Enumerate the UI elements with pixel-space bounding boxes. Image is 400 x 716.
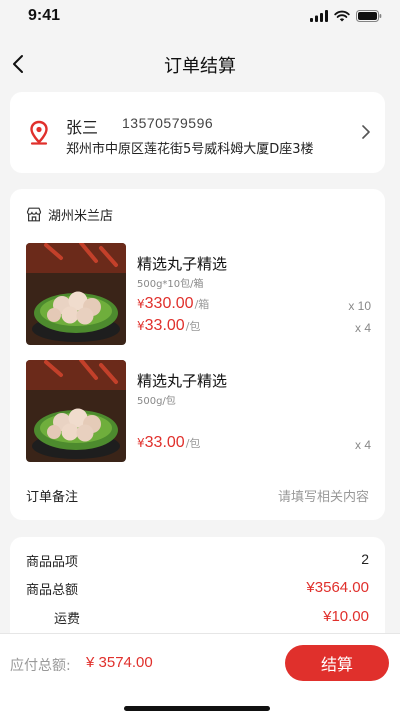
goods-total-label: 商品总额 [26, 583, 79, 598]
product-spec: 500g*10包/箱 [137, 279, 204, 290]
unit-price: 33.00 [144, 317, 185, 334]
recipient-phone: 13570579596 [122, 115, 214, 131]
product-name: 精选丸子精选 [137, 372, 228, 390]
checkout-button[interactable]: 结算 [285, 645, 389, 681]
currency-symbol: ¥ [137, 436, 145, 450]
product-item[interactable]: 精选丸子精选 500g/包 ¥ 33.00 /包 x 4 [26, 360, 371, 462]
payable-label: 应付总额: [10, 658, 71, 674]
status-icons [310, 10, 382, 22]
status-time: 9:41 [28, 7, 61, 24]
chevron-right-icon [362, 125, 370, 139]
quantity: x 4 [354, 321, 371, 335]
page-title: 订单结算 [164, 56, 236, 77]
home-indicator [124, 706, 270, 711]
currency-symbol: ¥ [137, 319, 145, 333]
summary-row-items: 商品品项 2 [26, 551, 369, 573]
price-unit: /箱 [194, 298, 210, 311]
product-image [26, 243, 126, 345]
wifi-icon [334, 10, 350, 22]
summary-row-shipping: 运费 ¥10.00 [26, 608, 369, 630]
items-label: 商品品项 [26, 555, 79, 570]
payable-total: ¥ 3574.00 [86, 654, 153, 671]
goods-total-value: ¥3564.00 [306, 579, 369, 596]
order-card: 湖州米兰店 精选丸子精选 500g*10包/箱 ¥ 330.00 /箱 x 10… [10, 189, 385, 520]
items-value: 2 [361, 551, 369, 567]
unit-price: 330.00 [144, 295, 194, 312]
location-pin-icon [30, 120, 48, 145]
quantity: x 4 [354, 438, 371, 452]
remark-label: 订单备注 [26, 490, 79, 505]
status-bar: 9:41 [0, 0, 400, 34]
price-unit: /包 [185, 320, 201, 333]
shipping-value: ¥10.00 [323, 608, 369, 625]
quantity: x 10 [348, 299, 371, 313]
signal-icon [310, 10, 328, 22]
recipient-name: 张三 [66, 118, 99, 137]
currency-symbol: ¥ [137, 297, 145, 311]
product-name: 精选丸子精选 [137, 255, 228, 273]
battery-icon [356, 10, 382, 22]
store-icon [26, 207, 42, 222]
product-spec: 500g/包 [137, 396, 176, 407]
shipping-label: 运费 [54, 612, 81, 627]
price-unit: /包 [185, 437, 201, 450]
product-image [26, 360, 126, 462]
price-line: ¥ 33.00 /包 [137, 317, 200, 335]
address-card[interactable]: 张三 13570579596 郑州市中原区莲花街5号威科姆大厦D座3楼 [10, 92, 385, 173]
summary-row-total: 商品总额 ¥3564.00 [26, 579, 369, 601]
checkout-bar: 应付总额: ¥ 3574.00 结算 [0, 633, 400, 716]
store-name: 湖州米兰店 [48, 209, 114, 224]
unit-price: 33.00 [144, 434, 185, 451]
remark-input[interactable]: 请填写相关内容 [278, 486, 369, 505]
price-line: ¥ 33.00 /包 [137, 434, 200, 452]
product-item[interactable]: 精选丸子精选 500g*10包/箱 ¥ 330.00 /箱 x 10 ¥ 33.… [26, 243, 371, 345]
address-detail: 郑州市中原区莲花街5号威科姆大厦D座3楼 [66, 142, 314, 157]
nav-bar: 订单结算 [0, 34, 400, 92]
price-line: ¥ 330.00 /箱 [137, 295, 209, 313]
store-header: 湖州米兰店 [26, 205, 113, 224]
